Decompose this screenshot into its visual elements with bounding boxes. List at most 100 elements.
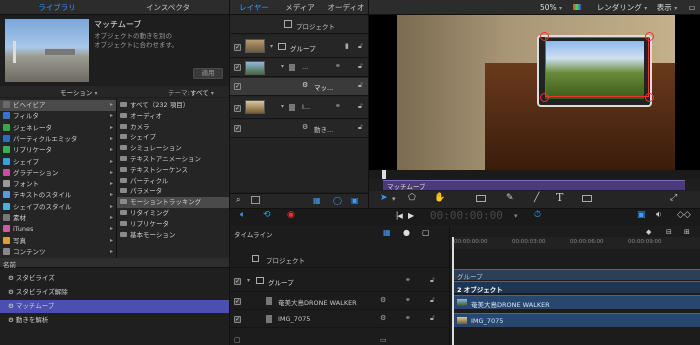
layer-lock-icon[interactable]: 🔓︎ (358, 42, 363, 51)
subcategory-item[interactable]: シェイプ (117, 132, 229, 143)
timeline-row-group[interactable]: ✓ ▾ グループ ⚭ 🔓︎ (230, 271, 449, 292)
layer-lock-icon[interactable]: 🔓︎ (358, 102, 363, 111)
link-icon[interactable]: ⚭ (335, 102, 341, 110)
category-item[interactable]: 素材 ▸ (0, 213, 116, 224)
category-item[interactable]: iTunes ▸ (0, 224, 116, 235)
subcategory-item[interactable]: テキストアニメーション (117, 154, 229, 165)
timeline-row-project[interactable]: プロジェクト (230, 251, 449, 268)
layer-lock-icon[interactable]: 🔓︎ (358, 62, 363, 71)
category-item[interactable]: テキストのスタイル ▸ (0, 190, 116, 201)
search-icon[interactable]: ⌕ (236, 195, 240, 205)
link-icon[interactable]: ⚭ (405, 296, 411, 304)
grid-icon[interactable]: ▦ (313, 196, 321, 205)
chevron-down-icon[interactable]: ▾ (514, 212, 518, 220)
objects-bar[interactable]: 2 オブジェクト (454, 281, 700, 294)
category-item[interactable]: ビヘイビア ▸ (0, 100, 116, 111)
category-popup[interactable]: モーション ▾ (60, 87, 97, 97)
zoom-slider-icon[interactable]: ⊟ (666, 228, 672, 236)
window-layout-icon[interactable]: ▭ (686, 0, 698, 15)
tab-inspector[interactable]: インスペクタ (128, 0, 208, 15)
transform-icon[interactable]: ⬠ (408, 193, 416, 203)
expand-icon[interactable]: ⤢ (670, 193, 677, 203)
timeline-toggle-icon[interactable]: ▣ (637, 210, 646, 220)
lock-icon[interactable]: 🔓︎ (430, 276, 435, 285)
view-menu[interactable]: 表示 ▾ (650, 0, 684, 15)
gear-icon[interactable]: ⚙ (380, 314, 386, 322)
chevron-down-icon[interactable]: ▾ (392, 195, 396, 203)
lock-icon[interactable]: 🔓︎ (430, 314, 435, 323)
go-to-start-icon[interactable]: ▕◀ (392, 212, 403, 220)
mini-playhead[interactable] (382, 170, 386, 179)
category-item[interactable]: ジェネレータ ▸ (0, 123, 116, 134)
subcategory-item[interactable]: 基本モーション (117, 230, 229, 241)
layer-row-project[interactable]: プロジェクト (230, 16, 368, 34)
library-item[interactable]: ⚙ スタビライズ (0, 272, 229, 285)
category-item[interactable]: フィルタ ▸ (0, 111, 116, 122)
audio-icon[interactable]: 🔈︎ (240, 210, 245, 220)
layer-visibility-checkbox[interactable]: ✓ (234, 64, 241, 71)
category-item[interactable]: パーティクルエミッタ ▸ (0, 134, 116, 145)
subcategory-item[interactable]: パーティクル (117, 176, 229, 187)
layer-row-clip2[interactable]: ✓ ▾ I... ⚭ 🔓︎ (230, 97, 368, 119)
subcategory-item[interactable]: モーショントラッキング (117, 197, 229, 208)
timeline-row-clip1[interactable]: ✓ 奄美大島DRONE WALKER ⚙ ⚭ 🔓︎ (230, 293, 449, 310)
tracker-handle-br[interactable] (645, 93, 654, 102)
disclosure-icon[interactable]: ▾ (247, 277, 250, 284)
layer-visibility-checkbox[interactable]: ✓ (234, 105, 241, 112)
mini-timeline-ruler[interactable] (369, 170, 700, 179)
layer-row-matchmove-selected[interactable]: ✓ ⚙ マッ... 🔓︎ (230, 78, 368, 96)
category-item[interactable]: グラデーション ▸ (0, 168, 116, 179)
subcategory-item[interactable]: オーディオ (117, 111, 229, 122)
mask-icon[interactable]: ▣ (351, 196, 359, 205)
layer-visibility-checkbox[interactable]: ✓ (234, 44, 241, 51)
layer-row-clip1[interactable]: ✓ ▾ ... ⚭ 🔓︎ (230, 59, 368, 77)
mask-tool-icon[interactable] (582, 195, 592, 202)
timecode-display[interactable]: 00:00:00:00 (430, 209, 503, 222)
tracker-handle-tl[interactable] (540, 32, 549, 41)
text-tool-icon[interactable]: T (556, 191, 563, 204)
subcategory-item[interactable]: シミュレーション (117, 143, 229, 154)
subcategory-item[interactable]: カメラ (117, 122, 229, 133)
play-icon[interactable]: ▶ (408, 211, 414, 220)
library-item[interactable]: ⚙ スタビライズ解除 (0, 286, 229, 299)
category-item[interactable]: シェイプ ▸ (0, 157, 116, 168)
layer-visibility-checkbox[interactable]: ✓ (234, 125, 241, 132)
subcategory-item[interactable]: リタイミング (117, 208, 229, 219)
group-bar[interactable]: グループ (454, 269, 700, 281)
pen-tool-icon[interactable]: ✎ (506, 193, 514, 203)
library-item[interactable]: ⚙ マッチムーブ (0, 300, 229, 313)
tab-library[interactable]: ライブラリ (22, 0, 92, 15)
subcategory-item[interactable]: テキストシーケンス (117, 165, 229, 176)
tracker-handle-bl[interactable] (540, 93, 549, 102)
link-icon[interactable]: ⚭ (335, 62, 341, 70)
timer-icon[interactable]: ⏱ (534, 210, 541, 220)
category-item[interactable]: リプリケータ ▸ (0, 145, 116, 156)
layer-row-motion[interactable]: ✓ ⚙ 動き... 🔓︎ (230, 120, 368, 138)
gear-icon[interactable]: ⚙ (380, 296, 386, 304)
mini-timeline-bar[interactable]: マッチムーブ (383, 180, 685, 191)
color-swatch-icon[interactable] (570, 0, 584, 15)
add-track-icon[interactable]: ▢ (234, 336, 241, 344)
circle-icon[interactable]: ◯ (333, 196, 342, 205)
category-item[interactable]: 写真 ▸ (0, 236, 116, 247)
tab-layers[interactable]: レイヤー (232, 0, 276, 15)
paint-stroke-icon[interactable]: ╱ (534, 193, 539, 203)
record-icon[interactable]: ◉ (287, 210, 295, 220)
timeline-row-clip2[interactable]: ✓ IMG_7075 ⚙ ⚭ 🔓︎ (230, 311, 449, 328)
clip1-bar[interactable]: 奄美大島DRONE WALKER (454, 295, 700, 309)
track-visibility-checkbox[interactable]: ✓ (234, 316, 241, 323)
library-item[interactable]: ⚙ 動きを解析 (0, 314, 229, 327)
tab-audio[interactable]: オーディオ (324, 0, 368, 15)
tracking-box[interactable] (545, 37, 649, 97)
select-tool-icon[interactable]: ➤ (380, 193, 388, 203)
disclosure-icon[interactable]: ▾ (281, 63, 284, 70)
square-icon[interactable]: ▢ (422, 228, 430, 237)
timeline-ruler[interactable]: 00:00:00:00 00:00:03:00 00:00:06:00 00:00:0… (450, 237, 700, 249)
loop-icon[interactable]: ⟲ (263, 210, 271, 220)
subcategory-item[interactable]: パラメータ (117, 186, 229, 197)
subcategory-item[interactable]: リプリケータ (117, 219, 229, 230)
theme-popup[interactable]: すべて ▾ (190, 87, 214, 97)
clip2-bar[interactable]: IMG_7075 (454, 313, 700, 327)
render-menu[interactable]: レンダリング ▾ (594, 0, 650, 15)
hand-tool-icon[interactable]: ✋ (434, 193, 445, 203)
